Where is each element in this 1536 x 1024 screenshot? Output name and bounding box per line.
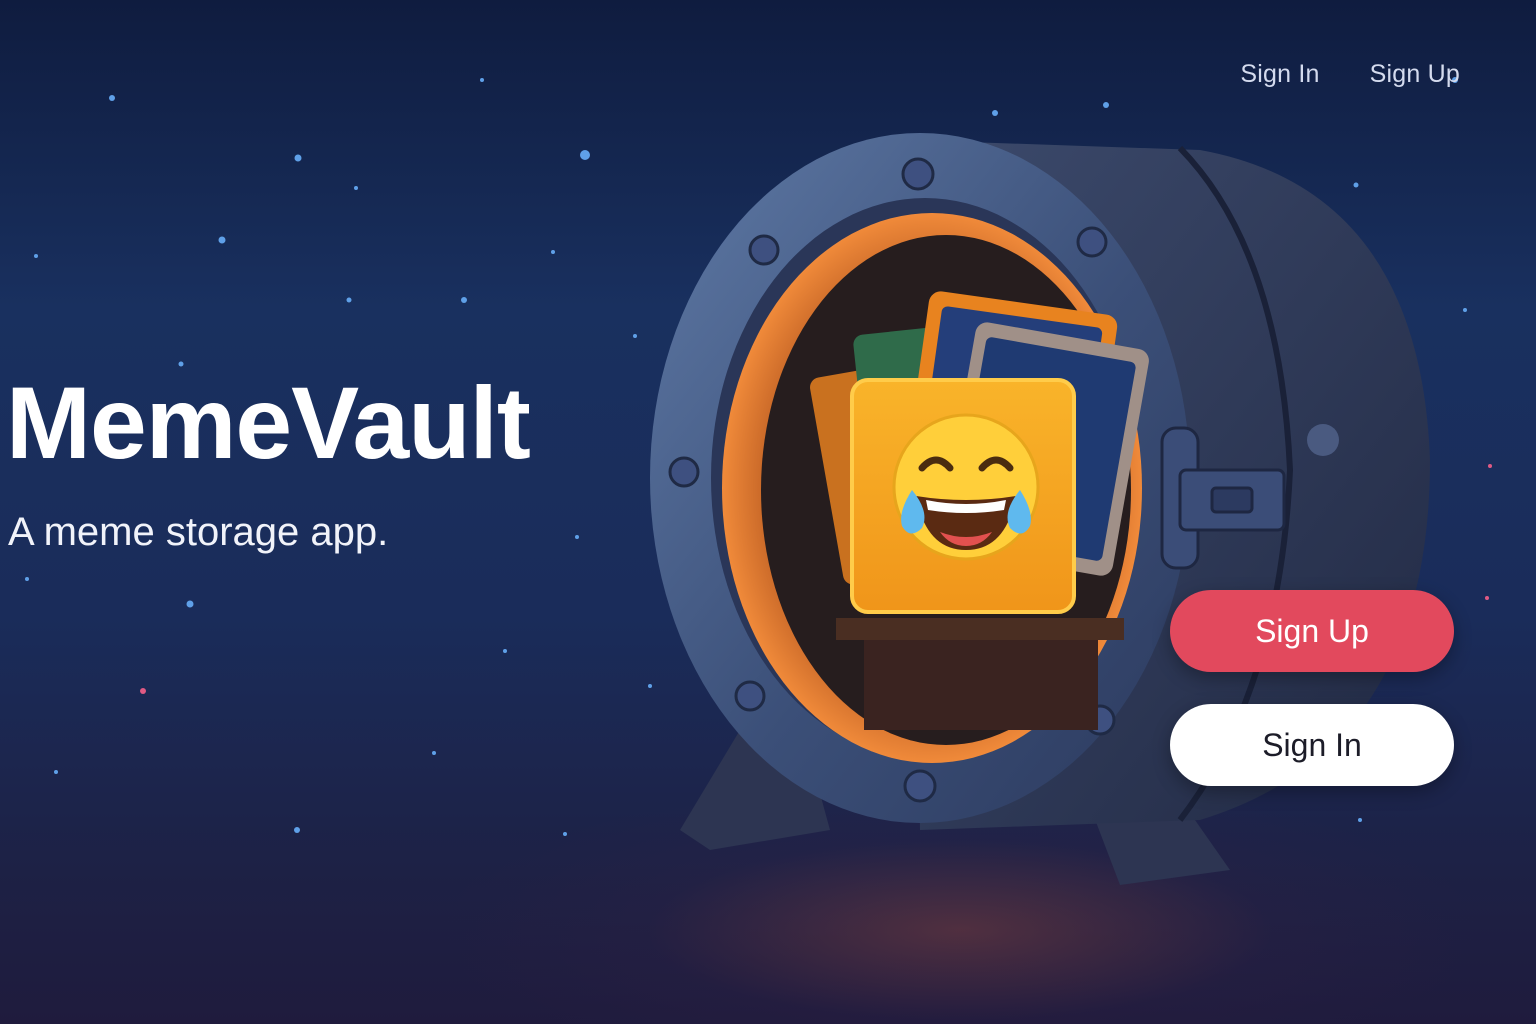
tears-of-joy-emoji-icon (892, 413, 1040, 561)
hero-subtitle: A meme storage app. (8, 510, 389, 554)
hero-title: MemeVault (6, 366, 531, 480)
nav-signup-link[interactable]: Sign Up (1370, 60, 1460, 89)
signin-button[interactable]: Sign In (1170, 704, 1454, 786)
top-navigation: Sign In Sign Up (1240, 60, 1460, 89)
vault-illustration (650, 133, 1430, 885)
signup-button[interactable]: Sign Up (1170, 590, 1454, 672)
nav-signin-link[interactable]: Sign In (1240, 60, 1319, 89)
